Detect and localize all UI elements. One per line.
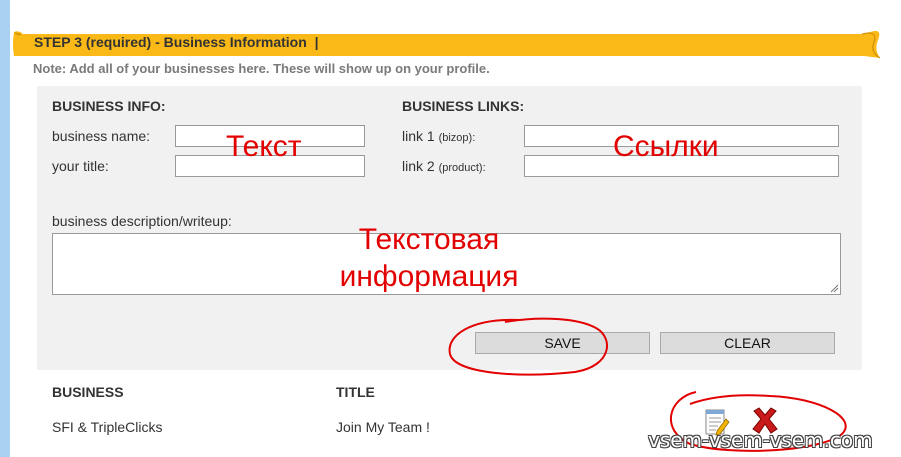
step-title: STEP 3 (required) - Business Information… bbox=[34, 34, 319, 50]
step-note: Note: Add all of your businesses here. T… bbox=[33, 61, 490, 76]
title-cell: Join My Team ! bbox=[336, 419, 430, 435]
business-info-heading: BUSINESS INFO: bbox=[52, 98, 166, 114]
business-links-heading: BUSINESS LINKS: bbox=[402, 98, 525, 114]
left-border-stripe bbox=[0, 0, 10, 457]
business-column-header: BUSINESS bbox=[52, 384, 124, 400]
business-cell: SFI & TripleClicks bbox=[52, 419, 163, 435]
link2-hint: (product): bbox=[438, 162, 486, 174]
link2-label: link 2 bbox=[402, 158, 435, 174]
business-name-label: business name: bbox=[52, 128, 151, 144]
save-button[interactable]: SAVE bbox=[475, 332, 650, 354]
annotation-links: Ссылки bbox=[613, 130, 719, 163]
annotation-info-block: Текстовая информация bbox=[326, 221, 532, 295]
your-title-label: your title: bbox=[52, 158, 109, 174]
link1-label-group: link 1 (bizop): bbox=[402, 128, 475, 144]
step-banner: STEP 3 (required) - Business Information… bbox=[12, 28, 881, 59]
link2-label-group: link 2 (product): bbox=[402, 158, 486, 174]
link1-hint: (bizop): bbox=[438, 132, 476, 144]
clear-button[interactable]: CLEAR bbox=[660, 332, 835, 354]
annotation-info-line2: информация bbox=[339, 260, 519, 293]
watermark: vsem-vsem-vsem.com bbox=[648, 428, 873, 452]
title-column-header: TITLE bbox=[336, 384, 375, 400]
annotation-text: Текст bbox=[226, 130, 302, 163]
resize-grip-icon[interactable] bbox=[829, 283, 839, 293]
annotation-info-line1: Текстовая bbox=[358, 223, 500, 256]
description-label: business description/writeup: bbox=[52, 213, 232, 229]
link1-label: link 1 bbox=[402, 128, 435, 144]
